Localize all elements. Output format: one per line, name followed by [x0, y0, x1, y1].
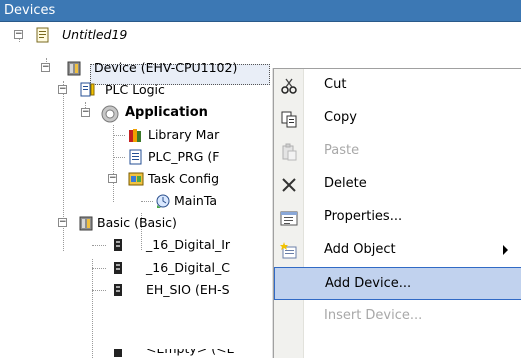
delete-icon — [282, 178, 296, 192]
menu-item-insert-device[interactable]: Insert Device... — [274, 300, 521, 333]
application-label: Application — [125, 105, 208, 120]
tree-item-project[interactable]: − Untitled19 — [0, 24, 260, 46]
menu-item-paste[interactable]: Paste — [274, 135, 521, 168]
tree-item-empty[interactable]: <Empty> (<E — [0, 349, 270, 358]
menu-item-cut[interactable]: Cut — [274, 69, 521, 102]
library-icon — [129, 129, 141, 142]
task-icon — [156, 194, 170, 208]
paste-icon — [282, 143, 297, 161]
menu-item-delete[interactable]: Delete — [274, 168, 521, 201]
copy-icon — [281, 111, 297, 128]
digital-out-label: _16_Digital_C — [146, 260, 230, 275]
collapse-toggle[interactable]: − — [41, 63, 50, 72]
tree-item-application[interactable]: − Application — [0, 102, 270, 124]
properties-icon — [280, 211, 298, 226]
collapse-toggle[interactable]: − — [81, 108, 90, 117]
tree-item-digital-out[interactable]: _16_Digital_C — [0, 257, 270, 279]
context-menu: Cut Copy Paste Delete Properties... Add … — [273, 68, 521, 358]
gear-icon — [101, 105, 119, 123]
tree-item-main-task[interactable]: MainTa — [0, 190, 270, 212]
menu-item-add-device[interactable]: Add Device... — [274, 267, 521, 300]
tree-item-device-row[interactable]: − Device (EHV-CPU1102) — [0, 57, 270, 79]
collapse-toggle[interactable]: − — [108, 174, 117, 183]
digital-in-label: _16_Digital_Ir — [146, 237, 231, 252]
tree-item-plc-prg[interactable]: PLC_PRG (F — [0, 146, 270, 168]
empty-slot-icon — [114, 349, 122, 357]
io-module-icon — [114, 284, 122, 296]
menu-item-label: Properties... — [324, 209, 403, 224]
main-task-label: MainTa — [174, 193, 218, 208]
task-config-icon — [128, 172, 144, 186]
io-module-icon — [114, 262, 122, 274]
menu-item-label: Cut — [324, 77, 347, 92]
empty-label: <Empty> (<E — [146, 349, 234, 358]
project-label: Untitled19 — [62, 27, 128, 42]
panel-title: Devices — [0, 0, 521, 22]
tree-item-eh-sio[interactable]: EH_SIO (EH-S — [0, 279, 270, 301]
menu-item-label: Paste — [324, 143, 360, 158]
plc-logic-icon — [80, 82, 95, 97]
tree-item-plc-logic[interactable]: − PLC Logic — [0, 79, 260, 101]
menu-item-label: Add Object — [324, 242, 396, 257]
device-icon — [67, 61, 81, 76]
add-object-icon — [280, 242, 297, 259]
eh-sio-label: EH_SIO (EH-S — [146, 282, 230, 297]
library-manager-label: Library Mar — [148, 127, 220, 142]
scissors-icon — [281, 78, 297, 94]
task-config-label: Task Config — [148, 171, 220, 186]
project-icon — [36, 27, 49, 43]
collapse-toggle[interactable]: − — [14, 30, 23, 39]
menu-item-label: Insert Device... — [324, 308, 423, 323]
plc-prg-label: PLC_PRG (F — [148, 149, 220, 164]
menu-item-properties[interactable]: Properties... — [274, 201, 521, 234]
pou-icon — [129, 149, 142, 165]
plc-logic-label: PLC Logic — [105, 82, 165, 97]
menu-item-add-object[interactable]: Add Object — [274, 234, 521, 267]
menu-item-label: Copy — [324, 110, 357, 125]
submenu-arrow-icon — [503, 245, 508, 255]
device-label: Device (EHV-CPU1102) — [94, 60, 238, 75]
tree-item-library-manager[interactable]: Library Mar — [0, 124, 270, 146]
module-icon — [79, 216, 93, 231]
menu-item-label: Add Device... — [325, 276, 412, 291]
io-module-icon — [114, 239, 122, 251]
basic-label: Basic (Basic) — [97, 215, 177, 230]
menu-item-copy[interactable]: Copy — [274, 102, 521, 135]
menu-item-label: Delete — [324, 176, 367, 191]
tree-item-basic[interactable]: − Basic (Basic) — [0, 212, 270, 234]
tree-item-task-config[interactable]: − Task Config — [0, 168, 270, 190]
tree-item-digital-in[interactable]: _16_Digital_Ir — [0, 234, 270, 256]
collapse-toggle[interactable]: − — [58, 218, 67, 227]
collapse-toggle[interactable]: − — [58, 85, 67, 94]
